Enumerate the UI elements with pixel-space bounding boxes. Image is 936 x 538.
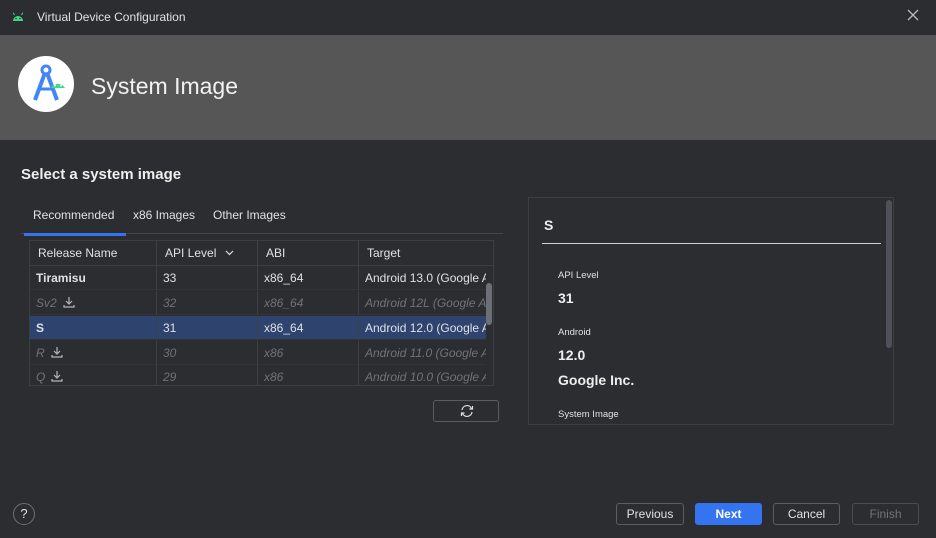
section-title: Select a system image (21, 166, 182, 183)
tab-other-images[interactable]: Other Images (213, 208, 286, 222)
release-name-cell: Tiramisu (30, 266, 157, 290)
image-tabs: Recommended x86 Images Other Images (21, 200, 503, 236)
previous-button[interactable]: Previous (616, 503, 684, 525)
finish-button[interactable]: Finish (852, 503, 919, 525)
table-row[interactable]: S 31 x86_64 Android 12.0 (Google APIs) (30, 316, 486, 340)
api-level-cell: 31 (157, 316, 258, 340)
android-studio-icon (19, 57, 73, 111)
tab-x86-images[interactable]: x86 Images (133, 208, 195, 222)
column-header-abi[interactable]: ABI (258, 241, 359, 266)
table-row[interactable]: R 30 x86 Android 11.0 (Google APIs) (30, 341, 486, 365)
help-button[interactable]: ? (13, 503, 35, 525)
android-studio-logo (18, 56, 74, 112)
abi-cell: x86_64 (258, 291, 359, 315)
android-version-value: 12.0 (558, 347, 586, 363)
api-level-cell: 32 (157, 291, 258, 315)
details-title: S (544, 217, 554, 233)
system-image-label: System Image (558, 409, 619, 420)
abi-cell: x86_64 (258, 316, 359, 340)
details-divider (542, 243, 881, 244)
abi-cell: x86 (258, 365, 359, 385)
table-header: Release Name API Level ABI Target (30, 241, 493, 266)
table-row[interactable]: Tiramisu 33 x86_64 Android 13.0 (Google … (30, 266, 486, 290)
vendor-value: Google Inc. (558, 372, 635, 388)
table-row[interactable]: Q 29 x86 Android 10.0 (Google APIs) (30, 365, 486, 385)
details-scrollbar[interactable] (886, 200, 892, 348)
download-icon[interactable] (63, 296, 75, 308)
android-label: Android (558, 327, 591, 338)
image-details-panel: S API Level 31 Android 12.0 Google Inc. … (528, 197, 894, 425)
window-title: Virtual Device Configuration (37, 10, 186, 24)
title-bar: Virtual Device Configuration (0, 0, 936, 34)
header-banner: System Image (0, 35, 936, 140)
download-icon[interactable] (51, 346, 63, 358)
release-name-cell: Q (30, 365, 157, 385)
close-icon[interactable] (906, 8, 920, 22)
release-name-cell: Sv2 (30, 291, 157, 315)
cancel-button[interactable]: Cancel (773, 503, 840, 525)
api-level-value: 31 (558, 290, 574, 306)
target-cell: Android 12L (Google APIs) (365, 296, 486, 310)
chevron-down-icon (225, 250, 234, 256)
table-scrollbar-thumb[interactable] (486, 283, 492, 325)
api-level-cell: 30 (157, 341, 258, 365)
android-icon (12, 12, 24, 21)
api-level-label: API Level (558, 270, 599, 281)
release-name-cell: S (30, 316, 157, 340)
release-name-cell: R (30, 341, 157, 365)
column-header-release-name[interactable]: Release Name (30, 241, 157, 266)
next-button[interactable]: Next (695, 503, 762, 525)
target-cell: Android 13.0 (Google APIs) (365, 271, 486, 285)
download-icon[interactable] (51, 370, 63, 382)
api-level-cell: 33 (157, 266, 258, 290)
refresh-button[interactable] (433, 400, 499, 422)
column-header-target[interactable]: Target (359, 241, 493, 266)
system-image-table: Release Name API Level ABI Target Tirami… (29, 240, 494, 386)
column-header-api-level[interactable]: API Level (157, 241, 258, 266)
target-cell: Android 12.0 (Google APIs) (365, 321, 486, 335)
api-level-cell: 29 (157, 365, 258, 385)
refresh-icon (460, 405, 474, 417)
abi-cell: x86_64 (258, 266, 359, 290)
abi-cell: x86 (258, 341, 359, 365)
table-row[interactable]: Sv2 32 x86_64 Android 12L (Google APIs) (30, 291, 486, 315)
tab-recommended[interactable]: Recommended (23, 208, 127, 236)
banner-title: System Image (91, 73, 238, 99)
target-cell: Android 10.0 (Google APIs) (365, 370, 486, 384)
target-cell: Android 11.0 (Google APIs) (365, 346, 486, 360)
